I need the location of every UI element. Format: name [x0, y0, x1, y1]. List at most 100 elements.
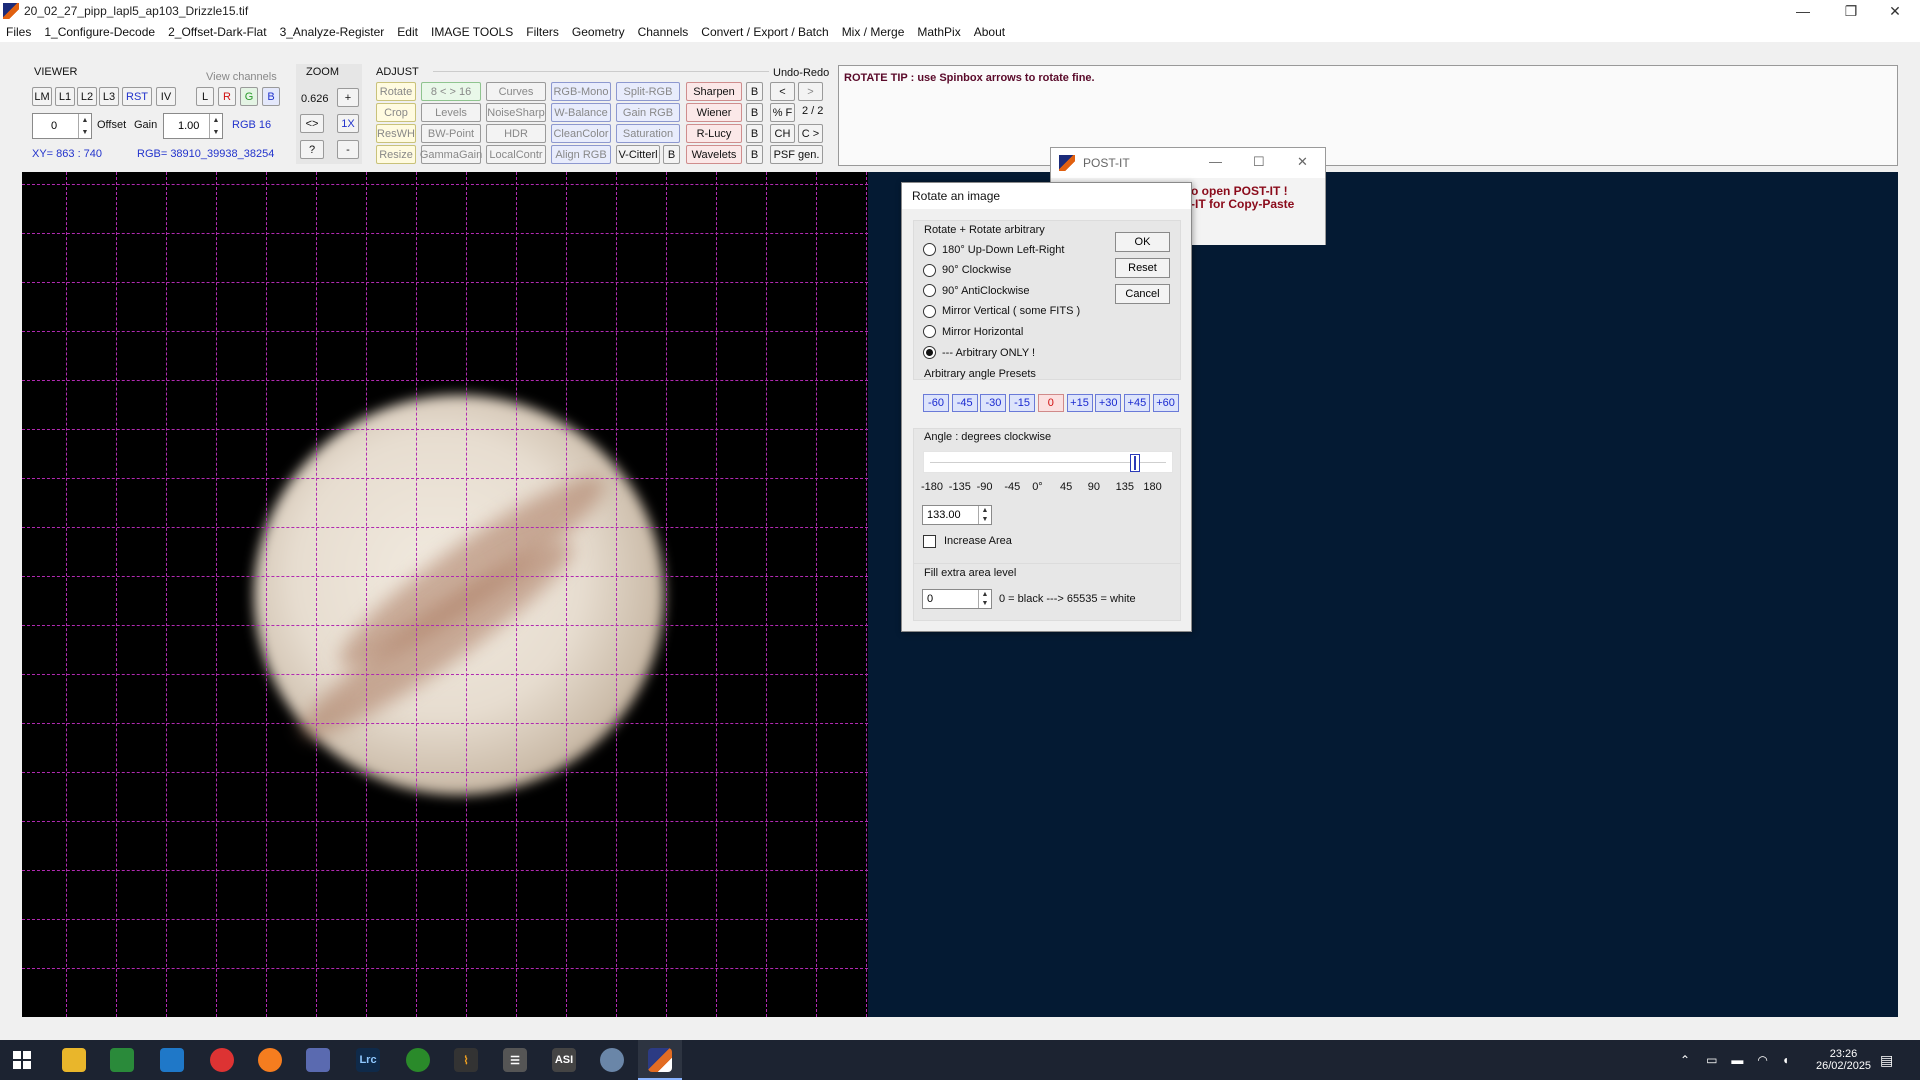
zoom-out-button[interactable]: -	[337, 140, 359, 159]
offset-spinbox[interactable]: 0 ▲ ▼	[32, 113, 92, 139]
split-rgb-button[interactable]: Split-RGB	[616, 82, 680, 101]
postit-titlebar[interactable]: POST-IT — ☐ ✕	[1051, 148, 1325, 178]
sharpen-button[interactable]: Sharpen	[686, 82, 742, 101]
iv-button[interactable]: IV	[156, 87, 176, 106]
c-next-button[interactable]: C >	[798, 124, 823, 143]
preset-button[interactable]: -30	[980, 394, 1007, 412]
radio-indicator[interactable]	[923, 304, 936, 318]
l2-button[interactable]: L2	[77, 87, 97, 106]
chrome-icon[interactable]	[210, 1048, 234, 1072]
rotate-option-radio[interactable]: 180° Up-Down Left-Right	[923, 243, 1064, 256]
r-lucy-b-button[interactable]: B	[746, 124, 763, 143]
channel-l-button[interactable]: L	[196, 87, 214, 106]
gamma-gain-button[interactable]: GammaGain	[420, 145, 482, 164]
zoom-help-button[interactable]: ?	[300, 140, 324, 159]
l3-button[interactable]: L3	[99, 87, 119, 106]
restore-button[interactable]: ❐	[1836, 0, 1866, 22]
stylus-app-icon[interactable]: ⌇	[454, 1048, 478, 1072]
wiener-button[interactable]: Wiener	[686, 103, 742, 122]
rgb-mono-button[interactable]: RGB-Mono	[551, 82, 611, 101]
notifications-icon[interactable]: ▤	[1880, 1040, 1893, 1080]
l1-button[interactable]: L1	[55, 87, 75, 106]
crop-button[interactable]: Crop	[376, 103, 416, 122]
cancel-button[interactable]: Cancel	[1115, 284, 1170, 304]
slider-thumb[interactable]	[1130, 454, 1141, 472]
bit-depth-button[interactable]: 8 < > 16	[421, 82, 481, 101]
preset-button[interactable]: +60	[1152, 394, 1179, 412]
menu-files[interactable]: Files	[6, 25, 31, 39]
rotate-option-radio[interactable]: 90° Clockwise	[923, 263, 1011, 277]
green-app-icon[interactable]	[406, 1048, 430, 1072]
spin-arrows-icon[interactable]: ▲ ▼	[978, 590, 991, 608]
psf-gen-button[interactable]: PSF gen.	[770, 145, 823, 164]
menu-convert-export[interactable]: Convert / Export / Batch	[701, 25, 828, 39]
increase-area-checkbox[interactable]	[923, 535, 936, 548]
radio-indicator[interactable]	[923, 263, 936, 277]
preset-button[interactable]: +30	[1095, 394, 1122, 412]
wavelets-button[interactable]: Wavelets	[686, 145, 742, 164]
v-citterl-b-button[interactable]: B	[663, 145, 680, 164]
radio-indicator[interactable]	[923, 243, 936, 256]
preset-button[interactable]: -15	[1009, 394, 1036, 412]
postit-minimize-button[interactable]: —	[1209, 154, 1222, 169]
rotate-option-radio[interactable]: --- Arbitrary ONLY !	[923, 346, 1035, 359]
noisesharp-button[interactable]: NoiseSharp	[486, 103, 546, 122]
rst-button[interactable]: RST	[122, 87, 152, 106]
align-rgb-button[interactable]: Align RGB	[551, 145, 611, 164]
gain-rgb-button[interactable]: Gain RGB	[616, 103, 680, 122]
menu-configure-decode[interactable]: 1_Configure-Decode	[44, 25, 155, 39]
zoom-1x-button[interactable]: 1X	[337, 114, 359, 133]
preset-button[interactable]: -45	[951, 394, 978, 412]
preset-button[interactable]: 0	[1037, 394, 1064, 412]
wiener-b-button[interactable]: B	[746, 103, 763, 122]
preset-button[interactable]: +15	[1066, 394, 1093, 412]
zoom-fit-button[interactable]: <>	[300, 114, 324, 133]
angle-slider[interactable]	[923, 451, 1173, 473]
fill-spinbox[interactable]: 0 ▲ ▼	[922, 589, 992, 609]
saturation-button[interactable]: Saturation	[616, 124, 680, 143]
vscode-icon[interactable]	[160, 1048, 184, 1072]
wifi-icon[interactable]: ◠	[1757, 1053, 1767, 1067]
angle-spinbox[interactable]: 133.00 ▲ ▼	[922, 505, 992, 525]
bw-point-button[interactable]: BW-Point	[421, 124, 481, 143]
levels-button[interactable]: Levels	[421, 103, 481, 122]
v-citterl-button[interactable]: V-Citterl	[616, 145, 660, 164]
minimize-button[interactable]: —	[1788, 0, 1818, 22]
spin-arrows-icon[interactable]: ▲ ▼	[978, 506, 991, 524]
file-explorer-icon[interactable]	[62, 1048, 86, 1072]
spin-arrows-icon[interactable]: ▲ ▼	[78, 114, 91, 138]
menu-edit[interactable]: Edit	[397, 25, 418, 39]
menu-analyze-register[interactable]: 3_Analyze-Register	[280, 25, 385, 39]
sharpen-b-button[interactable]: B	[746, 82, 763, 101]
r-lucy-button[interactable]: R-Lucy	[686, 124, 742, 143]
curves-button[interactable]: Curves	[486, 82, 546, 101]
notepad-icon[interactable]	[110, 1048, 134, 1072]
menu-filters[interactable]: Filters	[526, 25, 559, 39]
reswh-button[interactable]: ResWH	[376, 124, 416, 143]
device-icon[interactable]: ▭	[1706, 1053, 1717, 1067]
menu-image-tools[interactable]: IMAGE TOOLS	[431, 25, 513, 39]
image-viewer[interactable]	[22, 172, 868, 1017]
rotate-option-radio[interactable]: Mirror Vertical ( some FITS )	[923, 304, 1080, 318]
menu-channels[interactable]: Channels	[638, 25, 689, 39]
firefox-icon[interactable]	[258, 1048, 282, 1072]
menu-mix-merge[interactable]: Mix / Merge	[842, 25, 905, 39]
channel-g-button[interactable]: G	[240, 87, 258, 106]
reset-button[interactable]: Reset	[1115, 258, 1170, 278]
pct-f-button[interactable]: % F	[770, 103, 795, 122]
radio-indicator[interactable]	[923, 284, 936, 298]
ch-button[interactable]: CH	[770, 124, 795, 143]
cleancolor-button[interactable]: CleanColor	[551, 124, 611, 143]
white-balance-button[interactable]: W-Balance	[551, 103, 611, 122]
clock[interactable]: 23:26 26/02/2025	[1816, 1040, 1871, 1080]
preset-button[interactable]: -60	[923, 394, 949, 412]
hdr-button[interactable]: HDR	[486, 124, 546, 143]
grey-app-icon[interactable]: ☰	[503, 1048, 527, 1072]
postit-close-button[interactable]: ✕	[1297, 154, 1308, 170]
zoom-in-button[interactable]: +	[337, 88, 359, 107]
radio-indicator[interactable]	[923, 346, 936, 359]
postit-maximize-icon[interactable]: ☐	[1253, 154, 1265, 170]
lightroom-classic-icon[interactable]: Lrc	[356, 1048, 380, 1072]
windows-start-icon[interactable]	[10, 1048, 34, 1072]
rotate-button[interactable]: Rotate	[376, 82, 416, 101]
